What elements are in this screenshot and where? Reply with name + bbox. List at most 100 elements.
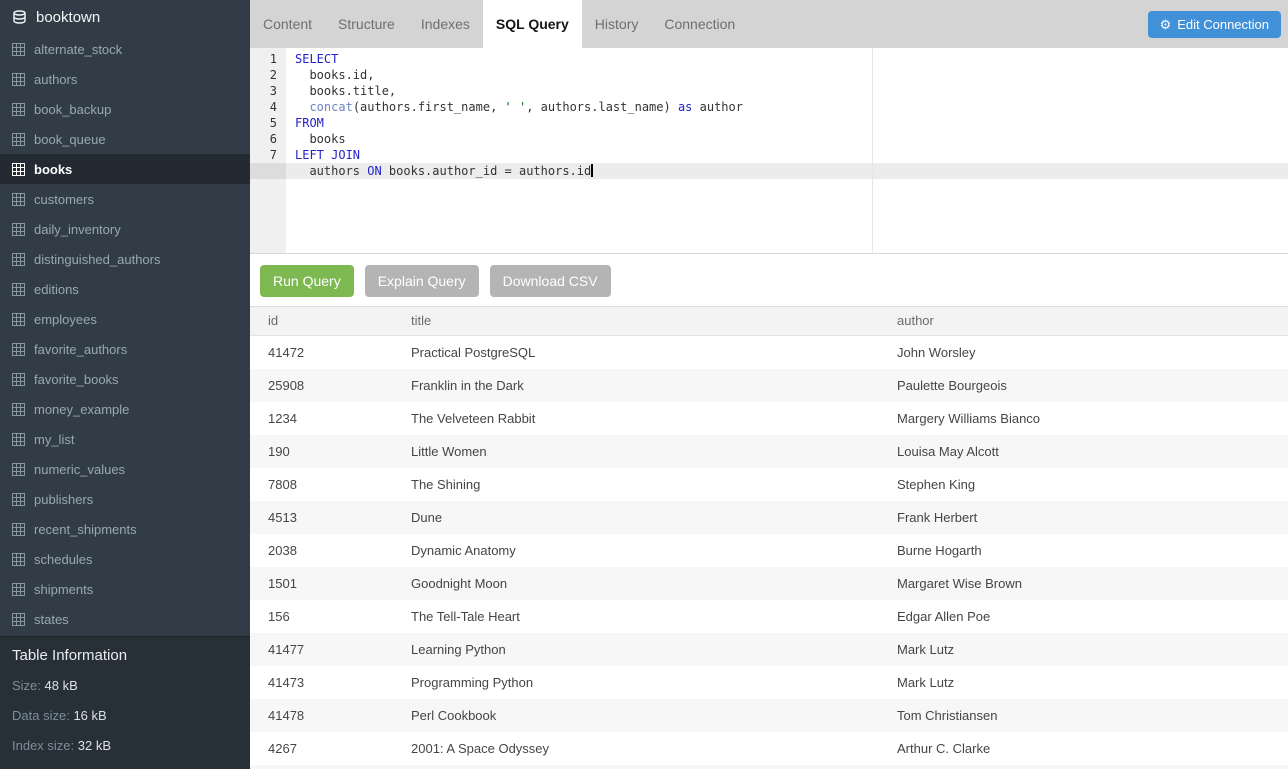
sidebar-item-favorite-authors[interactable]: favorite_authors xyxy=(0,334,250,364)
sidebar-table-label: distinguished_authors xyxy=(34,252,160,267)
tab-history[interactable]: History xyxy=(582,0,652,48)
sql-text xyxy=(295,100,309,114)
sidebar-table-label: editions xyxy=(34,282,79,297)
sidebar-item-favorite-books[interactable]: favorite_books xyxy=(0,364,250,394)
sidebar-item-book-backup[interactable]: book_backup xyxy=(0,94,250,124)
tab-indexes[interactable]: Indexes xyxy=(408,0,483,48)
table-row: 190 Little Women Louisa May Alcott xyxy=(250,435,1288,468)
editor-gutter: 12345678 xyxy=(250,48,286,253)
main-panel: ContentStructureIndexesSQL QueryHistoryC… xyxy=(250,0,1288,769)
sidebar-item-recent-shipments[interactable]: recent_shipments xyxy=(0,514,250,544)
cell-author: John Worsley xyxy=(879,336,1288,369)
edit-connection-label: Edit Connection xyxy=(1177,17,1269,32)
tabs: ContentStructureIndexesSQL QueryHistoryC… xyxy=(250,0,748,48)
table-row: 41472 Practical PostgreSQL John Worsley xyxy=(250,336,1288,369)
code-line: books.id, xyxy=(295,67,1288,83)
sidebar-table-label: schedules xyxy=(34,552,93,567)
explain-query-button[interactable]: Explain Query xyxy=(365,265,479,297)
sidebar-item-authors[interactable]: authors xyxy=(0,64,250,94)
pgweb-app: booktown alternate_stock authors book_ba… xyxy=(0,0,1288,769)
table-icon xyxy=(12,193,25,206)
tab-connection[interactable]: Connection xyxy=(651,0,748,48)
column-header-id: id xyxy=(250,307,393,335)
run-query-button[interactable]: Run Query xyxy=(260,265,354,297)
sidebar-item-alternate-stock[interactable]: alternate_stock xyxy=(0,34,250,64)
download-csv-button[interactable]: Download CSV xyxy=(490,265,611,297)
tab-structure[interactable]: Structure xyxy=(325,0,408,48)
table-list: alternate_stock authors book_backup book… xyxy=(0,34,250,636)
cell-id: 7808 xyxy=(250,468,393,501)
table-icon xyxy=(12,343,25,356)
cell-author: Mark Lutz xyxy=(879,633,1288,666)
table-row: 2038 Dynamic Anatomy Burne Hogarth xyxy=(250,534,1288,567)
code-line: FROM xyxy=(295,115,1288,131)
cell-title: Goodnight Moon xyxy=(393,567,879,600)
code-line: LEFT JOIN xyxy=(295,147,1288,163)
table-row: 41477 Learning Python Mark Lutz xyxy=(250,633,1288,666)
sidebar-item-shipments[interactable]: shipments xyxy=(0,574,250,604)
sidebar-item-numeric-values[interactable]: numeric_values xyxy=(0,454,250,484)
table-icon xyxy=(12,553,25,566)
table-info-row: Estimated rows: 15 xyxy=(12,761,238,769)
table-info-rows: Size: 48 kBData size: 16 kBIndex size: 3… xyxy=(12,671,238,769)
table-icon xyxy=(12,433,25,446)
sidebar-item-schedules[interactable]: schedules xyxy=(0,544,250,574)
database-name: booktown xyxy=(36,9,100,26)
table-icon xyxy=(12,73,25,86)
sidebar-item-money-example[interactable]: money_example xyxy=(0,394,250,424)
table-info-label: Index size: xyxy=(12,738,74,753)
sidebar-item-customers[interactable]: customers xyxy=(0,184,250,214)
cell-author: Stephen King xyxy=(879,468,1288,501)
sidebar-table-label: employees xyxy=(34,312,97,327)
sidebar-item-book-queue[interactable]: book_queue xyxy=(0,124,250,154)
tab-sql-query[interactable]: SQL Query xyxy=(483,0,582,48)
tab-bar: ContentStructureIndexesSQL QueryHistoryC… xyxy=(250,0,1288,48)
sidebar-table-label: money_example xyxy=(34,402,129,417)
sidebar-item-daily-inventory[interactable]: daily_inventory xyxy=(0,214,250,244)
editor-gutter-active-cell xyxy=(250,163,286,179)
sidebar-item-employees[interactable]: employees xyxy=(0,304,250,334)
line-number: 6 xyxy=(250,131,286,147)
sidebar-item-editions[interactable]: editions xyxy=(0,274,250,304)
sql-keyword: SELECT xyxy=(295,52,338,66)
code-line: books.title, xyxy=(295,83,1288,99)
cell-author: Burne Hogarth xyxy=(879,534,1288,567)
sql-text: (authors.first_name, xyxy=(353,100,505,114)
table-info-panel: Table Information Size: 48 kBData size: … xyxy=(0,636,250,769)
sidebar-item-my-list[interactable]: my_list xyxy=(0,424,250,454)
sql-editor[interactable]: 12345678 SELECT books.id, books.title, c… xyxy=(250,48,1288,254)
table-info-row: Index size: 32 kB xyxy=(12,731,238,761)
sql-keyword: as xyxy=(678,100,692,114)
table-icon xyxy=(12,523,25,536)
sql-text: authors xyxy=(295,164,367,178)
cell-title: Dynamic Anatomy xyxy=(393,534,879,567)
cell-title: Learning Python xyxy=(393,633,879,666)
cell-author: Edgar Allen Poe xyxy=(879,600,1288,633)
sidebar-item-books[interactable]: books xyxy=(0,154,250,184)
edit-connection-button[interactable]: ⚙ Edit Connection xyxy=(1148,11,1281,38)
sidebar-item-publishers[interactable]: publishers xyxy=(0,484,250,514)
table-row: 41473 Programming Python Mark Lutz xyxy=(250,666,1288,699)
sidebar-table-label: states xyxy=(34,612,69,627)
sql-string: ' ' xyxy=(505,100,527,114)
cell-author: Arthur C. Clarke xyxy=(879,732,1288,765)
cell-author: Margaret Wise Brown xyxy=(879,567,1288,600)
gear-icon: ⚙ xyxy=(1160,18,1172,31)
table-icon xyxy=(12,373,25,386)
sidebar-table-label: numeric_values xyxy=(34,462,125,477)
results-header-row: id title author xyxy=(250,306,1288,336)
sql-keyword: ON xyxy=(367,164,381,178)
table-info-row: Data size: 16 kB xyxy=(12,701,238,731)
table-row: 4513 Dune Frank Herbert xyxy=(250,501,1288,534)
table-icon xyxy=(12,613,25,626)
cell-title: Programming Python xyxy=(393,666,879,699)
cell-id: 1234 xyxy=(250,402,393,435)
sidebar-item-distinguished-authors[interactable]: distinguished_authors xyxy=(0,244,250,274)
cell-id: 156 xyxy=(250,600,393,633)
sidebar-item-states[interactable]: states xyxy=(0,604,250,634)
line-number: 7 xyxy=(250,147,286,163)
cell-id: 41472 xyxy=(250,336,393,369)
line-number: 2 xyxy=(250,67,286,83)
sql-text: books.title, xyxy=(295,84,396,98)
tab-content[interactable]: Content xyxy=(250,0,325,48)
